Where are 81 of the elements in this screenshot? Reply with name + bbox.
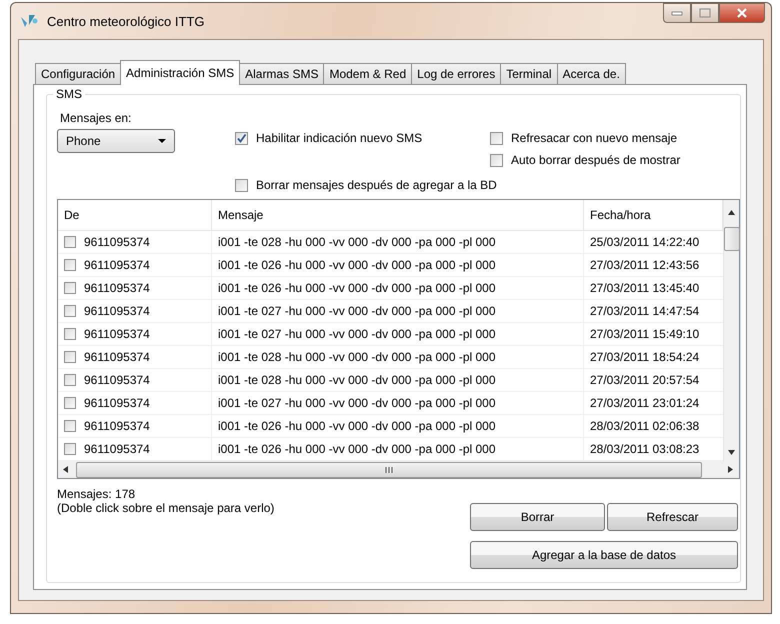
tab[interactable]: Configuración — [35, 63, 122, 84]
window-title: Centro meteorológico ITTG — [47, 14, 205, 28]
row-checkbox[interactable] — [64, 259, 76, 271]
table-cell: i001 -te 026 -hu 000 -vv 000 -dv 000 -pa 000 -pl 000 — [212, 277, 584, 299]
storage-dropdown[interactable]: Phone — [57, 129, 175, 153]
message-count: Mensajes: 178 — [57, 487, 136, 501]
checkbox[interactable] — [235, 178, 248, 192]
down-arrow-icon[interactable] — [728, 450, 735, 455]
minimize-icon — [671, 10, 683, 16]
checkbox-label: Habilitar indicación nuevo SMS — [256, 131, 422, 145]
minimize-button[interactable] — [663, 3, 691, 23]
table-cell: i001 -te 027 -hu 000 -vv 000 -dv 000 -pa 000 -pl 000 — [212, 300, 584, 322]
caret-icon — [158, 138, 166, 144]
checkbox-label: Refresacar con nuevo mensaje — [511, 131, 678, 145]
table-cell: i001 -te 026 -hu 000 -vv 000 -dv 000 -pa 000 -pl 000 — [212, 415, 584, 437]
right-arrow-icon[interactable] — [728, 466, 733, 473]
close-icon — [736, 8, 748, 18]
close-button[interactable] — [719, 3, 765, 23]
maximize-button[interactable] — [691, 3, 719, 23]
row-checkbox[interactable] — [64, 305, 76, 317]
tab[interactable]: Log de errores — [411, 63, 502, 84]
left-arrow-icon[interactable] — [63, 466, 68, 473]
checkbox-label: Auto borrar después de mostrar — [511, 153, 680, 167]
table-cell: 9611095374 — [84, 442, 150, 456]
column-header[interactable]: Mensaje — [212, 200, 584, 230]
table-cell-text: 28/03/2011 02:06:38 — [589, 418, 700, 435]
action-button[interactable]: Refrescar — [607, 503, 738, 531]
vertical-scrollbar[interactable] — [723, 200, 739, 461]
scrollbar-thumb[interactable] — [724, 227, 740, 251]
tab[interactable]: Terminal — [500, 63, 558, 84]
checkbox[interactable] — [490, 132, 503, 144]
table-cell: i001 -te 026 -hu 000 -vv 000 -dv 000 -pa 000 -pl 000 — [212, 254, 584, 276]
table-cell-text: 27/03/2011 20:57:54 — [589, 372, 700, 389]
grip-icon — [385, 466, 393, 472]
maximize-icon — [699, 8, 711, 18]
row-checkbox[interactable] — [64, 282, 76, 294]
table-cell: i001 -te 027 -hu 000 -vv 000 -dv 000 -pa 000 -pl 000 — [212, 323, 584, 345]
checkbox-label: Borrar mensajes después de agregar a la BD — [256, 178, 497, 192]
messages-in-label: Mensajes en: — [59, 111, 132, 125]
table-cell-text: 27/03/2011 23:01:24 — [589, 395, 700, 412]
action-button[interactable]: Agregar a la base de datos — [470, 541, 738, 569]
row-checkbox[interactable] — [64, 374, 76, 386]
table-cell-text: 27/03/2011 13:45:40 — [589, 280, 700, 297]
table-cell-text: 28/03/2011 03:08:23 — [589, 441, 700, 458]
table-cell: i001 -te 028 -hu 000 -vv 000 -dv 000 -pa 000 -pl 000 — [212, 231, 584, 253]
checkbox[interactable] — [490, 154, 503, 166]
tab[interactable]: Administración SMS — [120, 60, 240, 85]
app-icon — [19, 13, 39, 29]
action-button[interactable]: Borrar — [470, 503, 605, 531]
row-checkbox[interactable] — [64, 328, 76, 340]
table-cell-text: 25/03/2011 14:22:40 — [589, 234, 700, 251]
table-cell-text: 27/03/2011 12:43:56 — [589, 257, 700, 274]
row-checkbox[interactable] — [64, 443, 76, 455]
tab[interactable]: Modem & Red — [323, 63, 412, 84]
table-cell: i001 -te 028 -hu 000 -vv 000 -dv 000 -pa 000 -pl 000 — [212, 346, 584, 368]
up-arrow-icon[interactable] — [728, 210, 735, 215]
table-cell: 9611095374 — [84, 419, 150, 433]
row-checkbox[interactable] — [64, 351, 76, 363]
table-cell-text: 27/03/2011 18:54:24 — [589, 349, 700, 366]
table-cell-text: 27/03/2011 15:49:10 — [589, 326, 700, 343]
table-cell-text: 27/03/2011 14:47:54 — [589, 303, 700, 320]
group-title: SMS — [53, 87, 86, 101]
checkbox[interactable] — [235, 132, 248, 144]
table-cell: 9611095374 — [84, 350, 150, 364]
table-cell: 9611095374 — [84, 235, 150, 249]
tab[interactable]: Acerca de. — [556, 63, 626, 84]
table-cell: 9611095374 — [84, 327, 150, 341]
row-checkbox[interactable] — [64, 420, 76, 432]
table-cell: i001 -te 028 -hu 000 -vv 000 -dv 000 -pa 000 -pl 000 — [212, 369, 584, 391]
hint-text: (Doble click sobre el mensaje para verlo) — [57, 501, 274, 515]
row-checkbox[interactable] — [64, 397, 76, 409]
column-header[interactable]: De — [58, 200, 212, 230]
tab[interactable]: Alarmas SMS — [239, 63, 324, 84]
table-cell: 9611095374 — [84, 304, 150, 318]
table-cell: 9611095374 — [84, 281, 150, 295]
table-cell: 9611095374 — [84, 396, 150, 410]
table-cell: i001 -te 027 -hu 000 -vv 000 -dv 000 -pa 000 -pl 000 — [212, 392, 584, 414]
table-cell: 9611095374 — [84, 258, 150, 272]
table-cell: i001 -te 026 -hu 000 -vv 000 -dv 000 -pa 000 -pl 000 — [212, 438, 584, 460]
row-checkbox[interactable] — [64, 236, 76, 248]
table-cell: 9611095374 — [84, 373, 150, 387]
